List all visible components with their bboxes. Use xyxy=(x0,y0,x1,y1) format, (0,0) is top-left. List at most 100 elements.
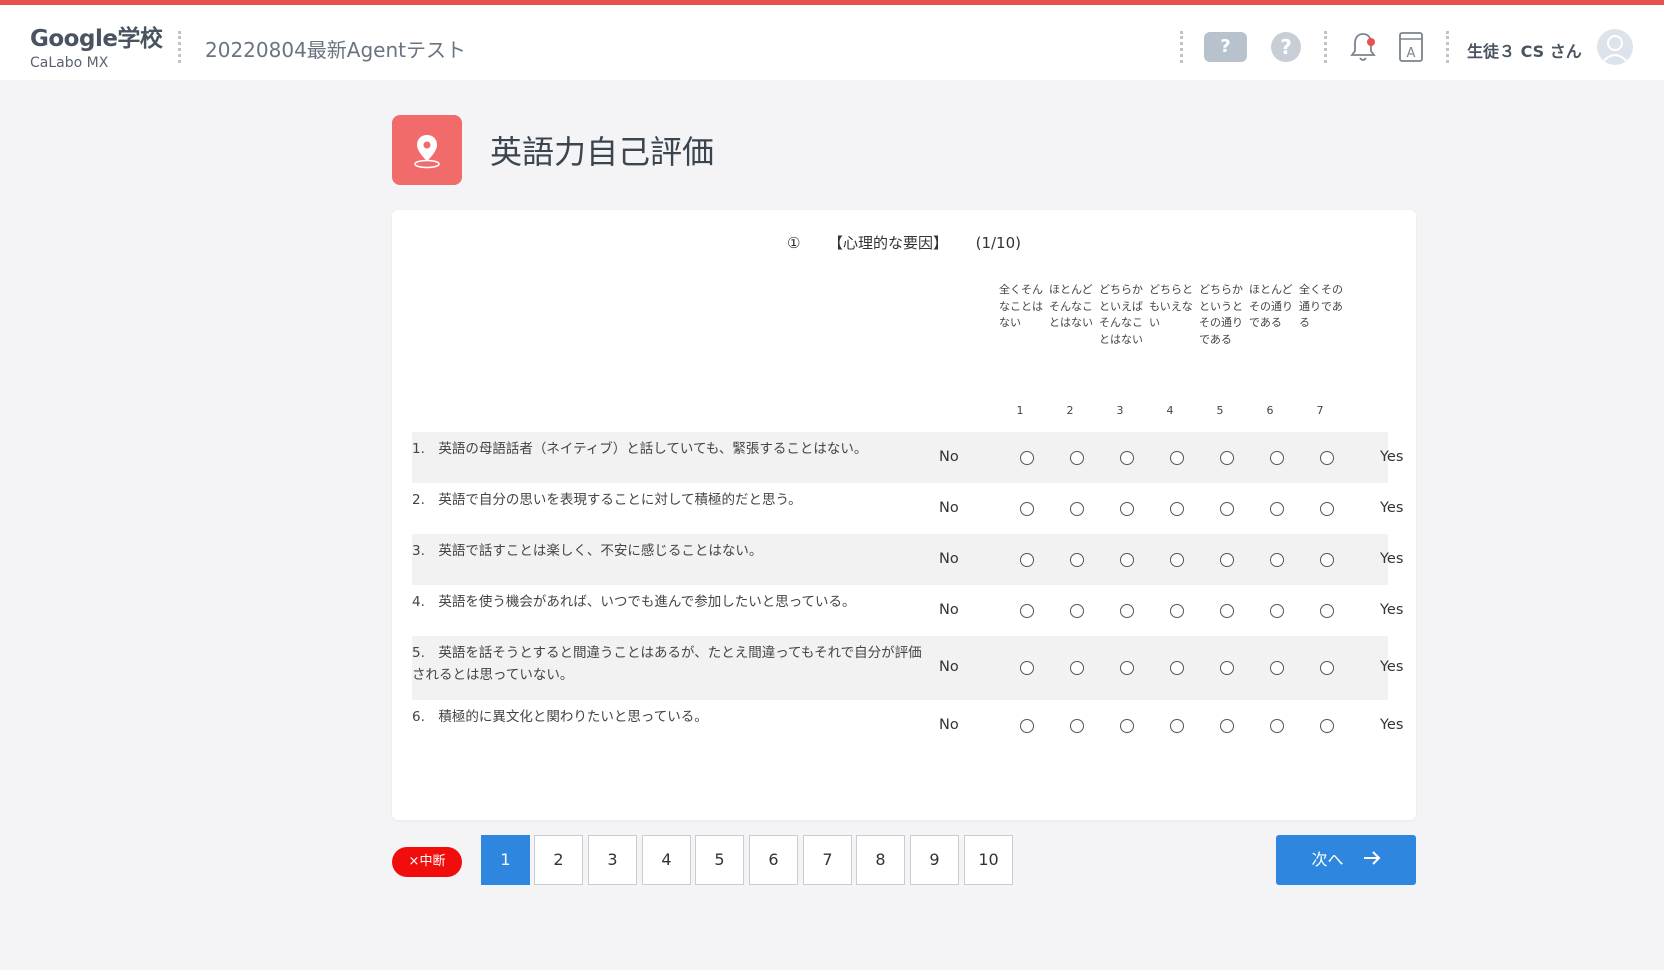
arrow-right-icon xyxy=(1363,836,1381,886)
rating-radio-3[interactable] xyxy=(1120,661,1134,675)
yes-label: Yes xyxy=(1380,551,1404,567)
rating-radio-4[interactable] xyxy=(1170,502,1184,516)
scale-label: どちらかといえばそんなことはない xyxy=(1099,283,1143,346)
rating-radio-4[interactable] xyxy=(1170,604,1184,618)
rating-radio-1[interactable] xyxy=(1020,553,1034,567)
section-name: 【心理的な要因】 xyxy=(828,234,949,252)
survey-card: ① 【心理的な要因】 (1/10) 全くそんなことはない ほとんどそんなことはな… xyxy=(392,210,1416,820)
page-button-4[interactable]: 4 xyxy=(642,835,691,885)
page-button-1[interactable]: 1 xyxy=(481,835,530,885)
rating-radio-1[interactable] xyxy=(1020,719,1034,733)
course-title: 20220804最新Agentテスト xyxy=(205,38,466,62)
rating-radio-1[interactable] xyxy=(1020,661,1034,675)
page-button-9[interactable]: 9 xyxy=(910,835,959,885)
next-button[interactable]: 次へ xyxy=(1276,835,1416,885)
no-label: No xyxy=(939,449,959,465)
rating-radio-2[interactable] xyxy=(1070,451,1084,465)
rating-radio-3[interactable] xyxy=(1120,719,1134,733)
yes-label: Yes xyxy=(1380,659,1404,675)
rating-radio-3[interactable] xyxy=(1120,604,1134,618)
top-bar: Google学校 CaLabo MX 20220804最新Agentテスト ? … xyxy=(0,0,1664,80)
rating-radio-7[interactable] xyxy=(1320,661,1334,675)
question-row: 2. 英語で自分の思いを表現することに対して積極的だと思う。 No Yes xyxy=(412,483,1403,534)
rating-radio-6[interactable] xyxy=(1270,502,1284,516)
rating-radio-5[interactable] xyxy=(1220,502,1234,516)
rating-radio-3[interactable] xyxy=(1120,451,1134,465)
scale-number: 7 xyxy=(1316,404,1324,417)
divider xyxy=(1180,31,1184,63)
svg-text:A: A xyxy=(1407,46,1416,61)
rating-radio-7[interactable] xyxy=(1320,604,1334,618)
rating-radio-5[interactable] xyxy=(1220,553,1234,567)
rating-radio-5[interactable] xyxy=(1220,604,1234,618)
question-text: 6. 積極的に異文化と関わりたいと思っている。 xyxy=(412,709,708,725)
yes-label: Yes xyxy=(1380,500,1404,516)
rating-radio-7[interactable] xyxy=(1320,553,1334,567)
help-circle-button[interactable]: ? xyxy=(1271,32,1301,62)
rating-radio-5[interactable] xyxy=(1220,661,1234,675)
scale-number: 3 xyxy=(1116,404,1124,417)
question-text: 4. 英語を使う機会があれば、いつでも進んで参加したいと思っている。 xyxy=(412,594,856,610)
rating-radio-2[interactable] xyxy=(1070,553,1084,567)
scale-label: どちらかというとその通りである xyxy=(1199,283,1243,346)
no-label: No xyxy=(939,602,959,618)
rating-radio-1[interactable] xyxy=(1020,604,1034,618)
page-button-8[interactable]: 8 xyxy=(856,835,905,885)
rating-radio-4[interactable] xyxy=(1170,719,1184,733)
rating-radio-2[interactable] xyxy=(1070,502,1084,516)
rating-radio-7[interactable] xyxy=(1320,502,1334,516)
question-text: 3. 英語で話すことは楽しく、不安に感じることはない。 xyxy=(412,543,763,559)
rating-radio-5[interactable] xyxy=(1220,719,1234,733)
page-button-5[interactable]: 5 xyxy=(695,835,744,885)
section-number: ① xyxy=(787,234,801,252)
school-name: Google学校 xyxy=(30,26,163,52)
rating-radio-6[interactable] xyxy=(1270,719,1284,733)
scale-number: 5 xyxy=(1216,404,1224,417)
yes-label: Yes xyxy=(1380,602,1404,618)
page-button-3[interactable]: 3 xyxy=(588,835,637,885)
rating-radio-6[interactable] xyxy=(1270,451,1284,465)
rating-radio-7[interactable] xyxy=(1320,719,1334,733)
rating-radio-2[interactable] xyxy=(1070,604,1084,618)
question-text: 2. 英語で自分の思いを表現することに対して積極的だと思う。 xyxy=(412,492,802,508)
rating-radio-6[interactable] xyxy=(1270,604,1284,618)
question-text: 5. 英語を話そうとすると間違うことはあるが、たとえ間違ってもそれで自分が評価さ… xyxy=(412,645,922,683)
bell-icon[interactable] xyxy=(1348,29,1378,65)
avatar[interactable] xyxy=(1597,29,1633,65)
page-button-7[interactable]: 7 xyxy=(803,835,852,885)
divider xyxy=(1324,31,1328,63)
rating-radio-3[interactable] xyxy=(1120,502,1134,516)
rating-radio-4[interactable] xyxy=(1170,661,1184,675)
rating-radio-5[interactable] xyxy=(1220,451,1234,465)
rating-radio-7[interactable] xyxy=(1320,451,1334,465)
divider xyxy=(178,31,182,63)
brand-name: CaLabo MX xyxy=(30,55,109,71)
rating-radio-4[interactable] xyxy=(1170,553,1184,567)
next-label: 次へ xyxy=(1311,850,1344,869)
divider xyxy=(1446,31,1450,63)
suspend-button[interactable]: ×中断 xyxy=(392,847,462,877)
page-button-2[interactable]: 2 xyxy=(534,835,583,885)
rating-radio-6[interactable] xyxy=(1270,661,1284,675)
rating-radio-1[interactable] xyxy=(1020,502,1034,516)
yes-label: Yes xyxy=(1380,449,1404,465)
question-row: 1. 英語の母語話者（ネイティブ）と話していても、緊張することはない。 No Yes xyxy=(412,432,1403,483)
section-progress: (1/10) xyxy=(975,234,1021,252)
user-name[interactable]: 生徒３ CS さん xyxy=(1467,38,1582,62)
dictionary-icon[interactable]: A xyxy=(1397,30,1425,64)
rating-radio-4[interactable] xyxy=(1170,451,1184,465)
page-button-6[interactable]: 6 xyxy=(749,835,798,885)
help-button[interactable]: ? xyxy=(1204,32,1247,62)
scale-number: 4 xyxy=(1166,404,1174,417)
rating-radio-6[interactable] xyxy=(1270,553,1284,567)
page-button-10[interactable]: 10 xyxy=(964,835,1013,885)
rating-radio-2[interactable] xyxy=(1070,661,1084,675)
rating-radio-1[interactable] xyxy=(1020,451,1034,465)
question-row: 4. 英語を使う機会があれば、いつでも進んで参加したいと思っている。 No Yes xyxy=(412,585,1403,636)
rating-radio-2[interactable] xyxy=(1070,719,1084,733)
school-brand[interactable]: Google学校 CaLabo MX xyxy=(30,19,163,71)
no-label: No xyxy=(939,659,959,675)
location-pin-icon xyxy=(392,115,462,185)
rating-radio-3[interactable] xyxy=(1120,553,1134,567)
question-row: 3. 英語で話すことは楽しく、不安に感じることはない。 No Yes xyxy=(412,534,1403,585)
